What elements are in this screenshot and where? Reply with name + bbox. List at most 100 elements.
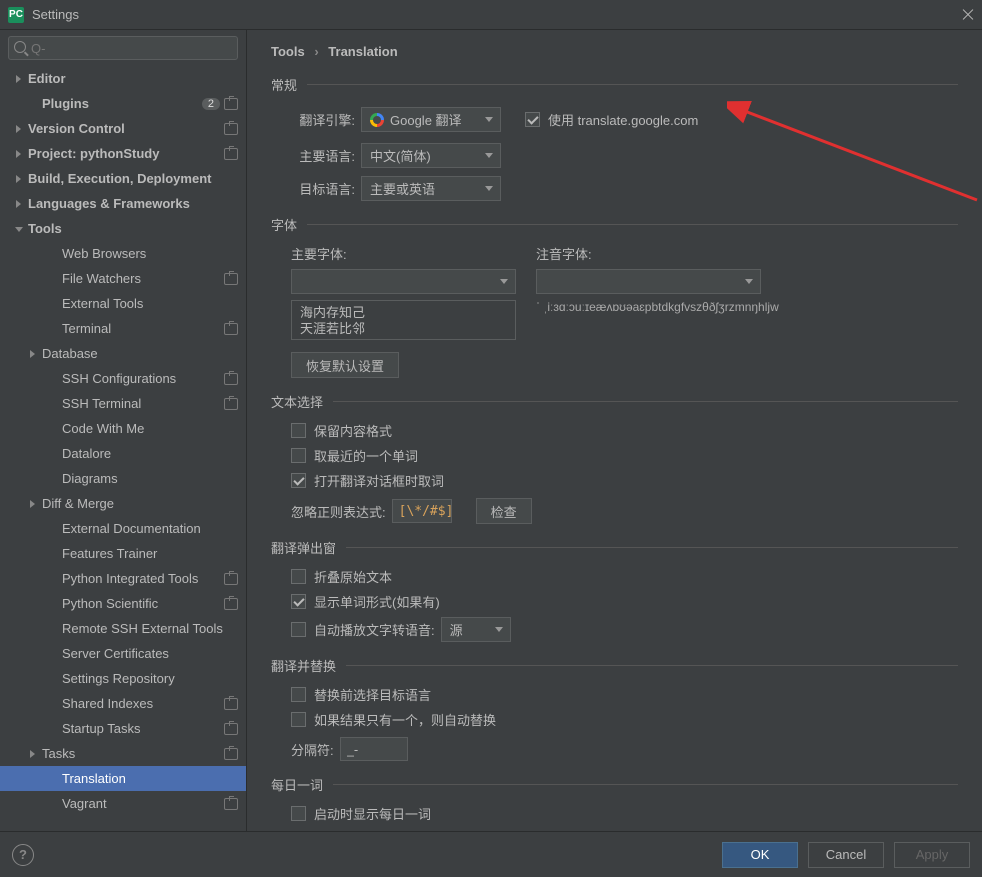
- breadcrumb-root[interactable]: Tools: [271, 44, 305, 59]
- sidebar-item-code-with-me[interactable]: Code With Me: [0, 416, 246, 441]
- project-tag-icon: [224, 598, 238, 610]
- spacer: [48, 274, 58, 284]
- section-daily: 每日一词: [271, 775, 323, 794]
- dst-lang-combo[interactable]: 主要或英语: [361, 176, 501, 201]
- sidebar-item-project-pythonstudy[interactable]: Project: pythonStudy: [0, 141, 246, 166]
- phonetic-font-combo[interactable]: [536, 269, 761, 294]
- sidebar-item-shared-indexes[interactable]: Shared Indexes: [0, 691, 246, 716]
- sidebar-item-ssh-configurations[interactable]: SSH Configurations: [0, 366, 246, 391]
- sidebar-item-remote-ssh-external-tools[interactable]: Remote SSH External Tools: [0, 616, 246, 641]
- sidebar-item-tasks[interactable]: Tasks: [0, 741, 246, 766]
- sidebar-item-database[interactable]: Database: [0, 341, 246, 366]
- phonetic-font-label: 注音字体:: [536, 244, 779, 263]
- regex-label: 忽略正则表达式:: [291, 502, 386, 521]
- sidebar-item-terminal[interactable]: Terminal: [0, 316, 246, 341]
- help-icon[interactable]: ?: [12, 844, 34, 866]
- sidebar-item-version-control[interactable]: Version Control: [0, 116, 246, 141]
- tts-source-combo[interactable]: 源: [441, 617, 511, 642]
- spacer: [48, 474, 58, 484]
- sidebar-item-languages-frameworks[interactable]: Languages & Frameworks: [0, 191, 246, 216]
- close-icon[interactable]: [962, 9, 974, 21]
- sidebar-item-vagrant[interactable]: Vagrant: [0, 791, 246, 816]
- project-tag-icon: [224, 98, 238, 110]
- project-tag-icon: [224, 323, 238, 335]
- section-general: 常规: [271, 75, 297, 94]
- sidebar-item-label: Datalore: [62, 446, 238, 461]
- sidebar-item-label: External Tools: [62, 296, 238, 311]
- apply-button[interactable]: Apply: [894, 842, 970, 868]
- sidebar-item-build-execution-deployment[interactable]: Build, Execution, Deployment: [0, 166, 246, 191]
- sidebar-item-diagrams[interactable]: Diagrams: [0, 466, 246, 491]
- sidebar-item-label: Version Control: [28, 121, 224, 136]
- sidebar-item-datalore[interactable]: Datalore: [0, 441, 246, 466]
- primary-font-label: 主要字体:: [291, 244, 516, 263]
- sidebar-item-editor[interactable]: Editor: [0, 66, 246, 91]
- separator-input[interactable]: [340, 737, 408, 761]
- spacer: [48, 674, 58, 684]
- engine-combo[interactable]: Google 翻译: [361, 107, 501, 132]
- sidebar-item-python-scientific[interactable]: Python Scientific: [0, 591, 246, 616]
- settings-tree[interactable]: Editor Plugins2 Version Control Project: py…: [0, 66, 246, 831]
- show-word-forms-checkbox[interactable]: 显示单词形式(如果有): [291, 592, 958, 611]
- sidebar-item-label: Server Certificates: [62, 646, 238, 661]
- sidebar-item-web-browsers[interactable]: Web Browsers: [0, 241, 246, 266]
- sidebar-item-label: Startup Tasks: [62, 721, 224, 736]
- sidebar-item-server-certificates[interactable]: Server Certificates: [0, 641, 246, 666]
- sidebar-item-ssh-terminal[interactable]: SSH Terminal: [0, 391, 246, 416]
- regex-check-button[interactable]: 检查: [476, 498, 532, 524]
- sidebar-item-label: SSH Terminal: [62, 396, 224, 411]
- chevron-down-icon: [485, 153, 493, 158]
- regex-input[interactable]: [\*/#$]: [392, 499, 452, 523]
- nearest-word-checkbox[interactable]: 取最近的一个单词: [291, 446, 958, 465]
- search-input[interactable]: [8, 36, 238, 60]
- show-definition-checkbox[interactable]: 显示单词释义: [291, 829, 958, 831]
- sidebar-item-diff-merge[interactable]: Diff & Merge: [0, 491, 246, 516]
- spacer: [48, 374, 58, 384]
- spacer: [48, 799, 58, 809]
- sidebar-item-label: Vagrant: [62, 796, 224, 811]
- sidebar-item-tools[interactable]: Tools: [0, 216, 246, 241]
- chevron-right-icon: ›: [314, 44, 318, 59]
- primary-font-combo[interactable]: [291, 269, 516, 294]
- ok-button[interactable]: OK: [722, 842, 798, 868]
- sidebar-item-external-tools[interactable]: External Tools: [0, 291, 246, 316]
- sidebar-item-python-integrated-tools[interactable]: Python Integrated Tools: [0, 566, 246, 591]
- auto-tts-checkbox[interactable]: 自动播放文字转语音: 源: [291, 617, 958, 642]
- sidebar-item-settings-repository[interactable]: Settings Repository: [0, 666, 246, 691]
- sidebar-item-features-trainer[interactable]: Features Trainer: [0, 541, 246, 566]
- auto-replace-one-checkbox[interactable]: 如果结果只有一个，则自动替换: [291, 710, 958, 729]
- sidebar-item-external-documentation[interactable]: External Documentation: [0, 516, 246, 541]
- sidebar-item-label: Editor: [28, 71, 238, 86]
- section-replace: 翻译并替换: [271, 656, 336, 675]
- sidebar-item-label: Plugins: [42, 96, 202, 111]
- chevron-right-icon: [14, 149, 24, 159]
- reset-font-button[interactable]: 恢复默认设置: [291, 352, 399, 378]
- breadcrumb-leaf: Translation: [328, 44, 397, 59]
- sidebar-item-label: Remote SSH External Tools: [62, 621, 238, 636]
- project-tag-icon: [224, 148, 238, 160]
- sidebar-item-file-watchers[interactable]: File Watchers: [0, 266, 246, 291]
- sidebar-item-label: Translation: [62, 771, 238, 786]
- sidebar-item-label: Tools: [28, 221, 238, 236]
- sidebar-item-startup-tasks[interactable]: Startup Tasks: [0, 716, 246, 741]
- select-before-replace-checkbox[interactable]: 替换前选择目标语言: [291, 685, 958, 704]
- show-on-start-checkbox[interactable]: 启动时显示每日一词: [291, 804, 958, 823]
- project-tag-icon: [224, 123, 238, 135]
- spacer: [48, 299, 58, 309]
- project-tag-icon: [224, 798, 238, 810]
- sidebar-item-label: Python Integrated Tools: [62, 571, 224, 586]
- fold-original-checkbox[interactable]: 折叠原始文本: [291, 567, 958, 586]
- cancel-button[interactable]: Cancel: [808, 842, 884, 868]
- title-bar: PC Settings: [0, 0, 982, 30]
- chevron-right-icon: [14, 199, 24, 209]
- use-google-com-checkbox[interactable]: 使用 translate.google.com: [525, 110, 698, 129]
- open-dialog-checkbox[interactable]: 打开翻译对话框时取词: [291, 471, 958, 490]
- sidebar-item-plugins[interactable]: Plugins2: [0, 91, 246, 116]
- window-title: Settings: [32, 7, 962, 22]
- src-lang-combo[interactable]: 中文(简体): [361, 143, 501, 168]
- spacer: [48, 524, 58, 534]
- sidebar-item-translation[interactable]: Translation: [0, 766, 246, 791]
- chevron-down-icon: [500, 279, 508, 284]
- keep-format-checkbox[interactable]: 保留内容格式: [291, 421, 958, 440]
- spacer: [48, 324, 58, 334]
